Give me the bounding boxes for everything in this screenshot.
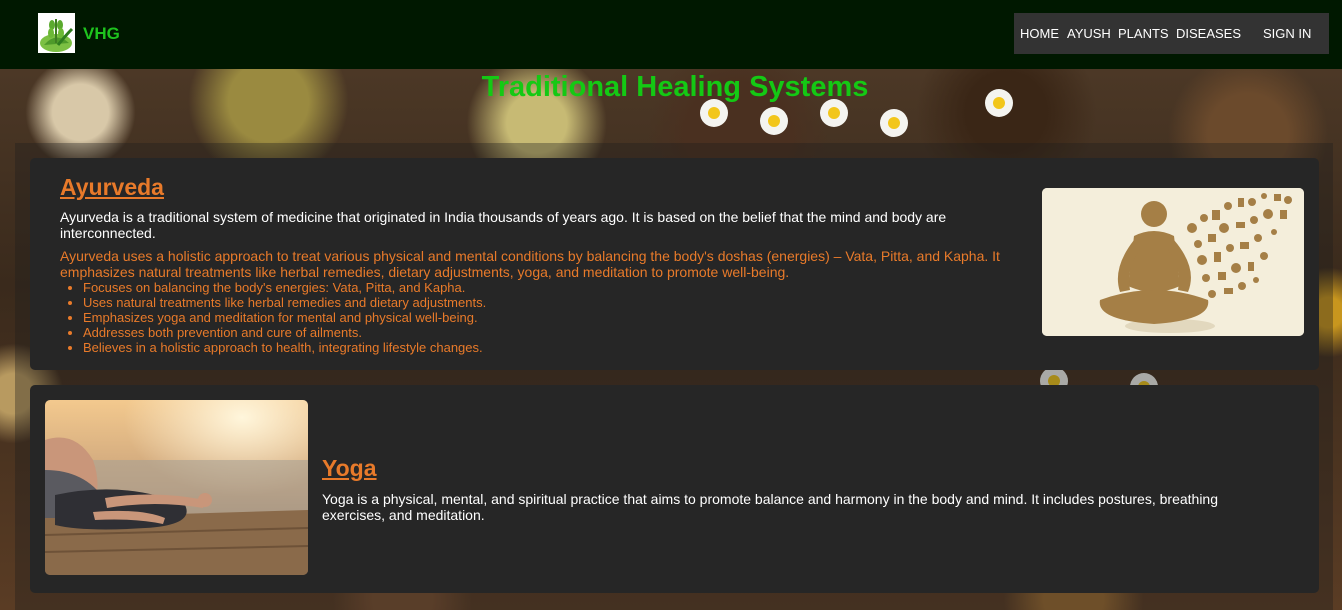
- list-item: Focuses on balancing the body's energies…: [83, 280, 1073, 295]
- nav-plants-link[interactable]: PLANTS: [1118, 26, 1169, 41]
- nav-diseases-link[interactable]: DISEASES: [1176, 26, 1241, 41]
- yoga-image: [45, 400, 308, 575]
- brand-name[interactable]: VHG: [83, 24, 120, 44]
- yoga-intro: Yoga is a physical, mental, and spiritua…: [322, 491, 1218, 523]
- yoga-title-link[interactable]: Yoga: [322, 455, 377, 482]
- top-navbar: VHG HOME AYUSH PLANTS DISEASES SIGN IN: [0, 0, 1342, 69]
- page-title: Traditional Healing Systems: [481, 71, 869, 103]
- list-item: Addresses both prevention and cure of ai…: [83, 325, 1073, 340]
- list-item: Emphasizes yoga and meditation for menta…: [83, 310, 1073, 325]
- ayurveda-points-list: Focuses on balancing the body's energies…: [60, 280, 1073, 355]
- ayurveda-title-link[interactable]: Ayurveda: [60, 174, 164, 201]
- flower-decoration: [760, 107, 788, 135]
- ayurveda-card: Ayurveda Ayurveda is a traditional syste…: [30, 158, 1319, 370]
- list-item: Believes in a holistic approach to healt…: [83, 340, 1073, 355]
- nav-home-link[interactable]: HOME: [1020, 26, 1059, 41]
- logo-icon[interactable]: [38, 13, 75, 53]
- ayurveda-intro: Ayurveda is a traditional system of medi…: [60, 209, 947, 241]
- flower-decoration: [880, 109, 908, 137]
- main-nav: HOME AYUSH PLANTS DISEASES SIGN IN: [1014, 13, 1329, 54]
- nav-sign-in-link[interactable]: SIGN IN: [1263, 26, 1311, 41]
- yoga-card: Yoga Yoga is a physical, mental, and spi…: [30, 385, 1319, 593]
- ayurveda-detail: Ayurveda uses a holistic approach to tre…: [60, 248, 1000, 280]
- list-item: Uses natural treatments like herbal reme…: [83, 295, 1073, 310]
- ayurveda-image: [1042, 188, 1304, 336]
- nav-ayush-link[interactable]: AYUSH: [1067, 26, 1111, 41]
